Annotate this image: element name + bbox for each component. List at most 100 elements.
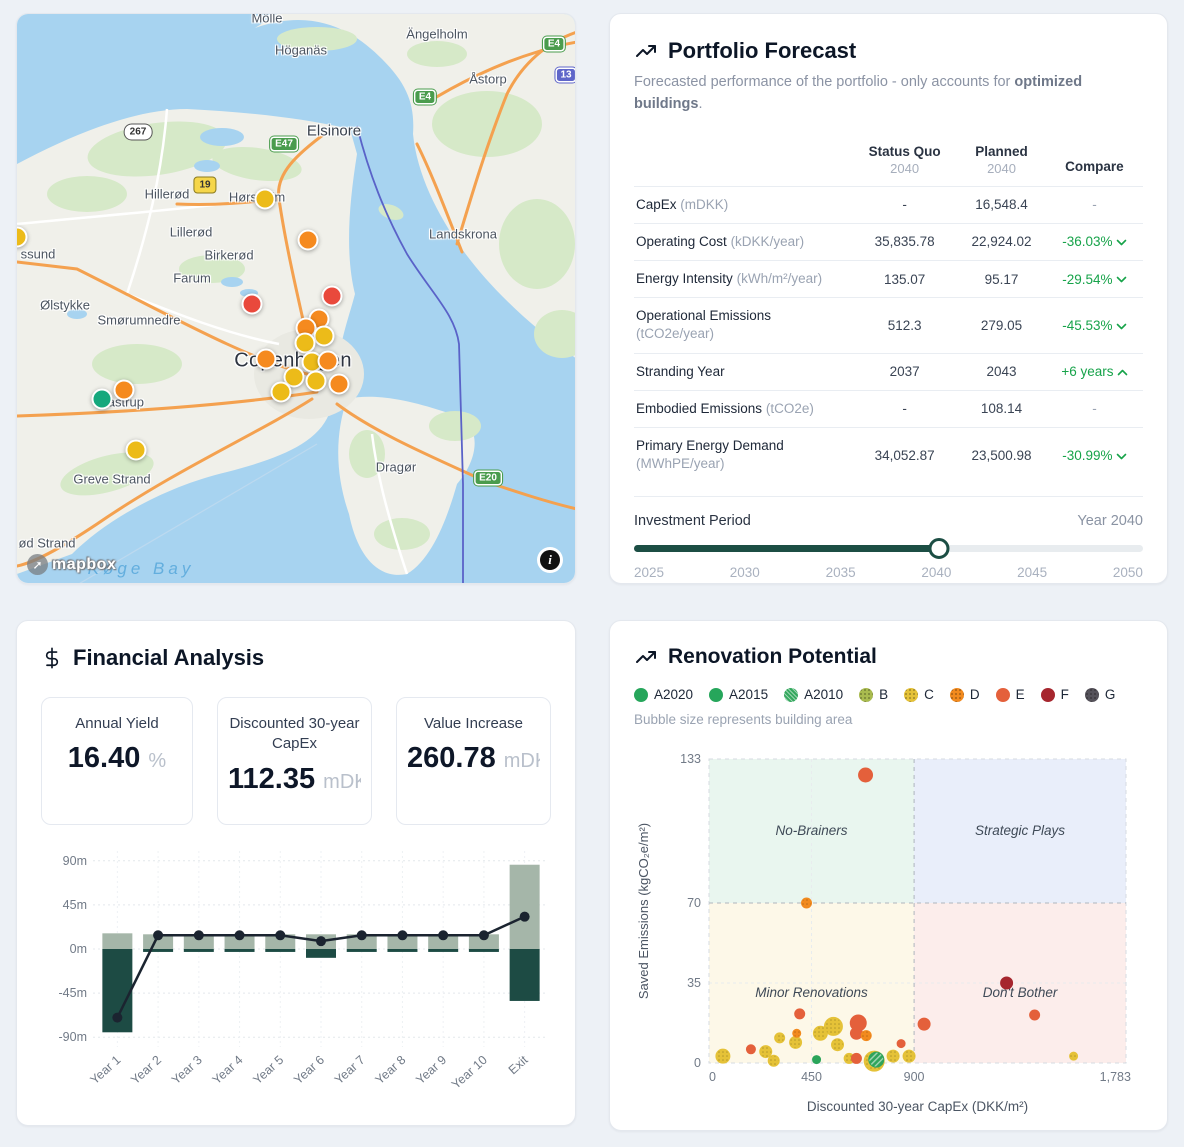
building-bubble-A2010[interactable] bbox=[869, 1052, 884, 1067]
building-bubble-C[interactable] bbox=[1070, 1052, 1078, 1060]
building-bubble-C[interactable] bbox=[832, 1039, 844, 1051]
status-quo-value: - bbox=[852, 390, 957, 427]
x-axis-tick-label: Year 3 bbox=[169, 1053, 205, 1087]
building-map-marker[interactable] bbox=[322, 286, 343, 307]
outflow-bar[interactable] bbox=[184, 949, 214, 952]
cashflow-chart[interactable]: 90m45m0m-45m-90mYear 1Year 2Year 3Year 4… bbox=[41, 843, 553, 1113]
building-bubble-C[interactable] bbox=[903, 1050, 915, 1062]
x-axis-tick-label: Year 7 bbox=[332, 1053, 368, 1087]
financial-analysis-panel: Financial Analysis Annual Yield 16.40 % … bbox=[16, 620, 576, 1126]
net-cashflow-point[interactable] bbox=[112, 1013, 122, 1023]
building-bubble-C[interactable] bbox=[824, 1017, 842, 1035]
net-cashflow-point[interactable] bbox=[479, 930, 489, 940]
map-canvas[interactable] bbox=[17, 14, 576, 584]
legend-item-E[interactable]: E bbox=[996, 687, 1025, 702]
net-cashflow-point[interactable] bbox=[520, 912, 530, 922]
building-bubble-E[interactable] bbox=[859, 768, 873, 782]
inflow-bar[interactable] bbox=[102, 933, 132, 949]
building-bubble-E[interactable] bbox=[897, 1040, 905, 1048]
outflow-bar[interactable] bbox=[225, 949, 255, 952]
slider-handle[interactable] bbox=[929, 538, 950, 559]
building-map-marker[interactable] bbox=[126, 440, 147, 461]
compare-value[interactable]: -29.54% bbox=[1046, 260, 1143, 297]
building-map-marker[interactable] bbox=[256, 349, 277, 370]
inflow-bar[interactable] bbox=[510, 865, 540, 949]
building-bubble-D[interactable] bbox=[861, 1031, 871, 1041]
net-cashflow-point[interactable] bbox=[357, 930, 367, 940]
building-bubble-E[interactable] bbox=[851, 1053, 861, 1063]
net-cashflow-point[interactable] bbox=[397, 930, 407, 940]
building-map-marker[interactable] bbox=[306, 371, 327, 392]
outflow-bar[interactable] bbox=[469, 949, 499, 952]
legend-item-A2015[interactable]: A2015 bbox=[709, 687, 768, 702]
investment-period-slider[interactable] bbox=[634, 541, 1143, 555]
compare-value[interactable]: -30.99% bbox=[1046, 428, 1143, 483]
outflow-bar[interactable] bbox=[347, 949, 377, 952]
building-bubble-C[interactable] bbox=[775, 1033, 785, 1043]
legend-item-B[interactable]: B bbox=[859, 687, 888, 702]
building-map-marker[interactable] bbox=[314, 326, 335, 347]
x-axis-title: Discounted 30-year CapEx (DKK/m²) bbox=[807, 1099, 1028, 1114]
net-cashflow-point[interactable] bbox=[316, 936, 326, 946]
building-bubble-C[interactable] bbox=[760, 1046, 772, 1058]
building-bubble-E[interactable] bbox=[1030, 1010, 1040, 1020]
legend-label: A2010 bbox=[804, 687, 843, 702]
y-axis-tick-label: 0m bbox=[70, 942, 87, 956]
building-bubble-D[interactable] bbox=[793, 1029, 801, 1037]
building-bubble-E[interactable] bbox=[746, 1045, 755, 1054]
net-cashflow-point[interactable] bbox=[235, 930, 245, 940]
renovation-bubble-chart[interactable]: No-BrainersStrategic PlaysMinor Renovati… bbox=[634, 735, 1145, 1135]
building-map-marker[interactable] bbox=[295, 333, 316, 354]
dollar-icon bbox=[41, 646, 63, 670]
chevron-down-icon bbox=[1116, 323, 1127, 330]
mapbox-logo[interactable]: ➚ mapbox bbox=[27, 554, 116, 575]
compare-column-header: Compare bbox=[1046, 138, 1143, 187]
map-info-button[interactable]: i bbox=[537, 547, 563, 573]
building-bubble-E[interactable] bbox=[918, 1018, 930, 1030]
building-bubble-C[interactable] bbox=[768, 1055, 779, 1066]
building-bubble-D[interactable] bbox=[802, 898, 812, 908]
compare-value[interactable]: +6 years bbox=[1046, 353, 1143, 390]
outflow-bar[interactable] bbox=[387, 949, 417, 952]
investment-period-label: Investment Period bbox=[634, 513, 751, 529]
building-map-marker[interactable] bbox=[92, 389, 113, 410]
compare-value[interactable]: -45.53% bbox=[1046, 298, 1143, 353]
legend-item-C[interactable]: C bbox=[904, 687, 934, 702]
outflow-bar[interactable] bbox=[428, 949, 458, 952]
building-bubble-E[interactable] bbox=[850, 1015, 866, 1031]
legend-item-D[interactable]: D bbox=[950, 687, 980, 702]
metric-label: CapEx (mDKK) bbox=[634, 186, 852, 223]
y-axis-tick-label: -90m bbox=[59, 1030, 87, 1044]
net-cashflow-point[interactable] bbox=[153, 930, 163, 940]
legend-item-G[interactable]: G bbox=[1085, 687, 1116, 702]
building-map-marker[interactable] bbox=[271, 382, 292, 403]
legend-item-F[interactable]: F bbox=[1041, 687, 1069, 702]
building-bubble-F[interactable] bbox=[1001, 977, 1013, 989]
net-cashflow-point[interactable] bbox=[438, 930, 448, 940]
legend-item-A2010[interactable]: A2010 bbox=[784, 687, 843, 702]
building-bubble-C[interactable] bbox=[790, 1036, 802, 1048]
building-bubble-E[interactable] bbox=[795, 1009, 805, 1019]
building-map-marker[interactable] bbox=[255, 189, 276, 210]
outflow-bar[interactable] bbox=[265, 949, 295, 952]
building-map-marker[interactable] bbox=[318, 351, 339, 372]
building-bubble-A2015[interactable] bbox=[813, 1056, 821, 1064]
building-map-marker[interactable] bbox=[298, 230, 319, 251]
net-cashflow-point[interactable] bbox=[194, 930, 204, 940]
net-cashflow-point[interactable] bbox=[275, 930, 285, 940]
quadrant-label: Don't Bother bbox=[983, 985, 1058, 1000]
y-axis-title: Saved Emissions (kgCO₂e/m²) bbox=[636, 823, 651, 999]
compare-value[interactable]: -36.03% bbox=[1046, 223, 1143, 260]
building-map-marker[interactable] bbox=[329, 374, 350, 395]
building-map-marker[interactable] bbox=[242, 294, 263, 315]
stat-card-value-increase: Value Increase 260.78 mDK bbox=[396, 697, 551, 825]
outflow-bar[interactable] bbox=[143, 949, 173, 952]
building-bubble-C[interactable] bbox=[716, 1049, 730, 1063]
legend-label: G bbox=[1105, 687, 1116, 702]
building-bubble-C[interactable] bbox=[887, 1050, 899, 1062]
outflow-bar[interactable] bbox=[306, 949, 336, 958]
outflow-bar[interactable] bbox=[510, 949, 540, 1001]
legend-item-A2020[interactable]: A2020 bbox=[634, 687, 693, 702]
status-quo-value: - bbox=[852, 186, 957, 223]
building-map-marker[interactable] bbox=[114, 380, 135, 401]
